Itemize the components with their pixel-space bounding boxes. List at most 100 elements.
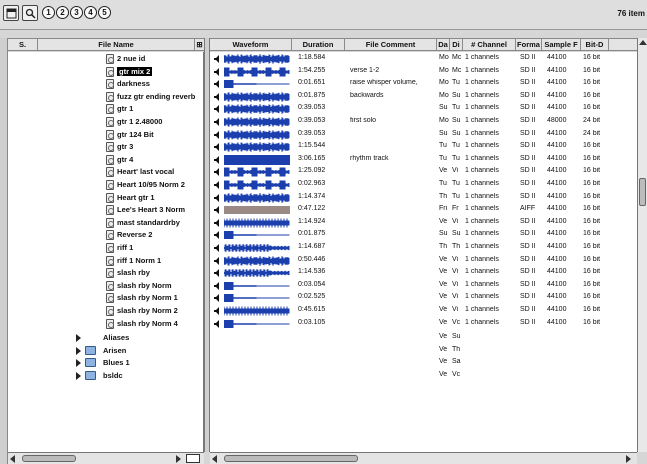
file-name[interactable]: darkness bbox=[117, 79, 150, 88]
file-name[interactable]: slash rby Norm bbox=[117, 281, 172, 290]
file-name[interactable]: Heart' last vocal bbox=[117, 167, 174, 176]
file-detail-row[interactable]: 1:14.924 Ve Vi 1 channels SD II 44100 16 bit bbox=[210, 217, 637, 229]
column-set-button-4[interactable]: 4 bbox=[84, 6, 97, 19]
scroll-right-icon[interactable] bbox=[176, 455, 181, 463]
file-name[interactable]: Heart gtr 1 bbox=[117, 193, 155, 202]
file-detail-row[interactable]: 1:15.544 Tu Tu 1 channels SD II 44100 16 bit bbox=[210, 141, 637, 153]
waveform-thumbnail[interactable] bbox=[214, 255, 292, 266]
sound-file-icon[interactable] bbox=[106, 79, 114, 90]
folder-row[interactable]: bsldc bbox=[8, 370, 203, 382]
speaker-icon[interactable] bbox=[214, 193, 222, 202]
file-name[interactable]: slash rby Norm 1 bbox=[117, 293, 178, 302]
folder-name[interactable]: Arisen bbox=[103, 346, 126, 355]
waveform-thumbnail[interactable] bbox=[214, 67, 292, 77]
file-detail-row[interactable]: 1:18.584 Mo Mc 1 channels SD II 44100 16 bit bbox=[210, 53, 637, 65]
file-name[interactable]: 2 nue id bbox=[117, 54, 145, 63]
file-row[interactable]: riff 1 bbox=[8, 242, 203, 254]
file-name[interactable]: Lee's Heart 3 Norm bbox=[117, 205, 185, 214]
file-row[interactable]: gtr 1 bbox=[8, 103, 203, 115]
waveform-thumbnail[interactable] bbox=[214, 192, 292, 203]
sound-file-icon[interactable] bbox=[106, 268, 114, 279]
file-detail-row[interactable]: 0:47.122 Fri Fr 1 channels AIFF 44100 16 bit bbox=[210, 204, 637, 216]
left-horizontal-thumb[interactable] bbox=[22, 455, 76, 462]
speaker-icon[interactable] bbox=[214, 55, 222, 63]
col-header-comment[interactable]: File Comment bbox=[345, 39, 437, 50]
waveform-thumbnail[interactable] bbox=[214, 154, 292, 165]
sound-file-icon[interactable] bbox=[106, 217, 114, 228]
speaker-icon[interactable] bbox=[214, 67, 222, 76]
sound-file-icon[interactable] bbox=[106, 180, 114, 190]
file-detail-row[interactable]: 0:01.875 Su Su 1 channels SD II 44100 16 bit bbox=[210, 229, 637, 241]
file-detail-row[interactable]: 0:39.053 Su Tu 1 channels SD II 44100 16 bit bbox=[210, 103, 637, 115]
speaker-icon[interactable] bbox=[214, 105, 222, 114]
right-horizontal-thumb[interactable] bbox=[224, 455, 358, 462]
file-name[interactable]: riff 1 Norm 1 bbox=[117, 256, 161, 265]
col-header-number[interactable]: S. bbox=[8, 39, 38, 50]
col-header-channels[interactable]: # Channel bbox=[463, 39, 516, 50]
file-name[interactable]: gtr 1 bbox=[117, 104, 133, 113]
column-set-button-5[interactable]: 5 bbox=[98, 6, 111, 19]
file-row[interactable]: riff 1 Norm 1 bbox=[8, 255, 203, 267]
file-name[interactable]: gtr 124 Bit bbox=[117, 130, 154, 139]
sound-file-icon[interactable] bbox=[106, 142, 114, 153]
file-row[interactable]: Heart 10/95 Norm 2 bbox=[8, 179, 203, 191]
sound-file-icon[interactable] bbox=[106, 104, 114, 115]
file-row[interactable]: darkness bbox=[8, 78, 203, 90]
file-row[interactable]: slash rby Norm bbox=[8, 280, 203, 292]
file-detail-row[interactable]: 0:50.446 Ve Vi 1 channels SD II 44100 16 bit bbox=[210, 255, 637, 267]
file-name[interactable]: Heart 10/95 Norm 2 bbox=[117, 180, 185, 189]
sound-file-icon[interactable] bbox=[106, 129, 114, 140]
speaker-icon[interactable] bbox=[214, 294, 222, 303]
speaker-icon[interactable] bbox=[214, 92, 222, 101]
speaker-icon[interactable] bbox=[214, 244, 222, 252]
waveform-thumbnail[interactable] bbox=[214, 129, 292, 140]
speaker-icon[interactable] bbox=[214, 319, 222, 328]
file-row[interactable]: Lee's Heart 3 Norm bbox=[8, 204, 203, 216]
vertical-scroll-thumb[interactable] bbox=[639, 178, 646, 206]
col-header-sample-rate[interactable]: Sample F bbox=[542, 39, 581, 50]
col-header-waveform[interactable]: Waveform bbox=[210, 39, 292, 50]
file-row[interactable]: gtr 4 bbox=[8, 154, 203, 166]
speaker-icon[interactable] bbox=[214, 218, 222, 227]
right-horizontal-scrollbar[interactable] bbox=[210, 452, 637, 464]
waveform-thumbnail[interactable] bbox=[214, 205, 292, 215]
scroll-up-icon[interactable] bbox=[639, 40, 647, 45]
waveform-thumbnail[interactable] bbox=[214, 243, 292, 253]
disclosure-triangle-icon[interactable] bbox=[76, 346, 81, 355]
speaker-icon[interactable] bbox=[214, 281, 222, 290]
sound-file-icon[interactable] bbox=[106, 54, 114, 64]
waveform-thumbnail[interactable] bbox=[214, 293, 292, 303]
col-header-bit-depth[interactable]: Bit-D bbox=[581, 39, 609, 50]
file-detail-row[interactable]: 1:14.536 Ve Vi 1 channels SD II 44100 16 bit bbox=[210, 267, 637, 279]
col-header-da[interactable]: Da bbox=[437, 39, 450, 50]
file-row[interactable]: Heart' last vocal bbox=[8, 166, 203, 178]
disclosure-triangle-icon[interactable] bbox=[76, 334, 81, 343]
sound-file-icon[interactable] bbox=[106, 280, 114, 291]
sound-file-icon[interactable] bbox=[106, 66, 114, 77]
file-detail-row[interactable]: 1:54.255 verse 1-2 Mo Mc 1 channels SD II 4410… bbox=[210, 66, 637, 78]
waveform-thumbnail[interactable] bbox=[214, 230, 292, 240]
speaker-icon[interactable] bbox=[214, 307, 222, 315]
file-detail-row[interactable]: 0:01.651 raise whisper volume, Mo Tu 1 chann… bbox=[210, 78, 637, 90]
waveform-thumbnail[interactable] bbox=[214, 180, 292, 190]
folder-detail-row[interactable]: Ve Su bbox=[210, 332, 637, 344]
waveform-thumbnail[interactable] bbox=[214, 79, 292, 89]
waveform-thumbnail[interactable] bbox=[214, 104, 292, 115]
info-window-icon[interactable] bbox=[3, 5, 19, 21]
sound-file-icon[interactable] bbox=[106, 117, 114, 127]
speaker-icon[interactable] bbox=[214, 130, 222, 139]
scroll-left-icon[interactable] bbox=[212, 455, 217, 463]
file-detail-row[interactable]: 0:39.053 first solo Mo Su 1 channels SD II 480… bbox=[210, 116, 637, 128]
folder-name[interactable]: bsldc bbox=[103, 371, 123, 380]
vertical-scrollbar[interactable] bbox=[637, 38, 647, 452]
search-icon[interactable] bbox=[22, 5, 38, 21]
file-row[interactable]: slash rby bbox=[8, 267, 203, 279]
col-header-duration[interactable]: Duration bbox=[292, 39, 345, 50]
col-header-format[interactable]: Forma bbox=[516, 39, 542, 50]
speaker-icon[interactable] bbox=[214, 206, 222, 215]
folder-name[interactable]: Blues 1 bbox=[103, 358, 130, 367]
file-row[interactable]: gtr 1 2.48000 bbox=[8, 116, 203, 128]
speaker-icon[interactable] bbox=[214, 231, 222, 240]
file-row[interactable]: Reverse 2 bbox=[8, 229, 203, 241]
sound-file-icon[interactable] bbox=[106, 306, 114, 316]
